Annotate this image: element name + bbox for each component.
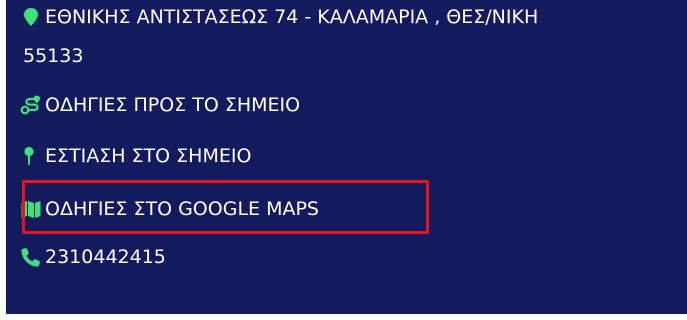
directions-link[interactable]: ΟΔΗΓΙΕΣ ΠΡΟΣ ΤΟ ΣΗΜΕΙΟ xyxy=(20,93,300,117)
postal-code-row: 55133 xyxy=(23,44,83,68)
postal-code-text: 55133 xyxy=(23,45,84,67)
directions-label[interactable]: ΟΔΗΓΙΕΣ ΠΡΟΣ ΤΟ ΣΗΜΕΙΟ xyxy=(45,93,300,117)
focus-point-link[interactable]: ΕΣΤΙΑΣΗ ΣΤΟ ΣΗΜΕΙΟ xyxy=(20,144,251,168)
address-text: ΕΘΝΙΚΗΣ ΑΝΤΙΣΤΑΣΕΩΣ 74 - ΚΑΛΑΜΑΡΙΑ , ΘΕΣ… xyxy=(45,6,539,28)
focus-point-label[interactable]: ΕΣΤΙΑΣΗ ΣΤΟ ΣΗΜΕΙΟ xyxy=(45,144,251,168)
phone-link[interactable]: 2310442415 xyxy=(20,245,166,269)
pushpin-icon xyxy=(20,145,42,167)
route-icon xyxy=(20,94,42,116)
address-row: ΕΘΝΙΚΗΣ ΑΝΤΙΣΤΑΣΕΩΣ 74 - ΚΑΛΑΜΑΡΙΑ , ΘΕΣ… xyxy=(20,5,538,29)
map-pin-icon xyxy=(20,6,42,28)
location-info-panel: ΕΘΝΙΚΗΣ ΑΝΤΙΣΤΑΣΕΩΣ 74 - ΚΑΛΑΜΑΡΙΑ , ΘΕΣ… xyxy=(6,0,687,314)
highlight-annotation-box xyxy=(22,180,429,234)
phone-icon xyxy=(20,246,42,268)
phone-number[interactable]: 2310442415 xyxy=(45,245,166,269)
